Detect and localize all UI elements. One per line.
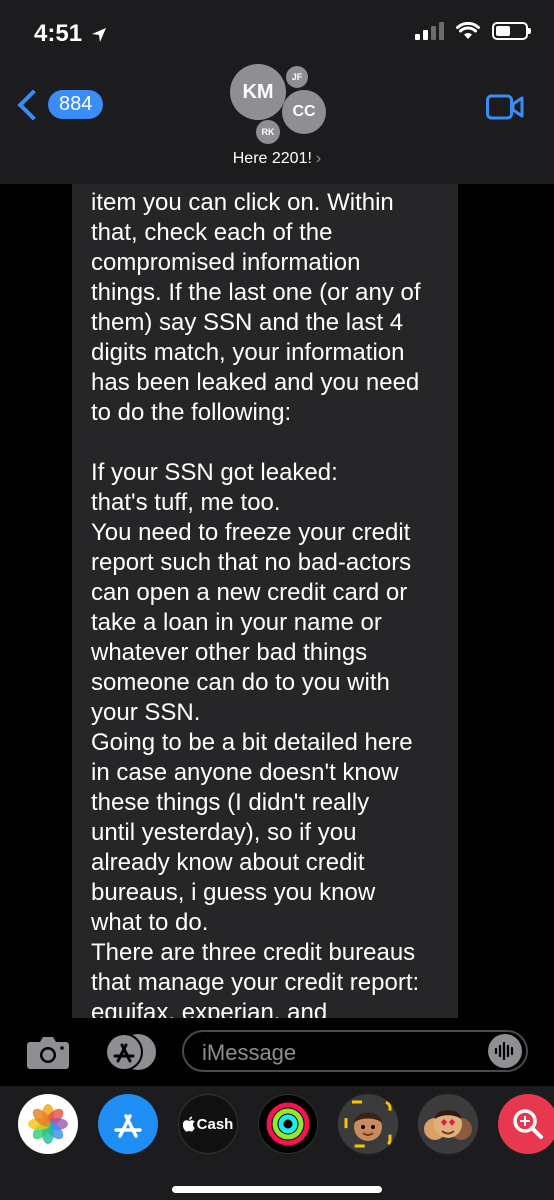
- battery-icon: [492, 22, 531, 40]
- waveform-icon: [494, 1041, 514, 1061]
- images-search-icon[interactable]: [498, 1094, 554, 1154]
- facetime-video-icon[interactable]: [486, 94, 524, 120]
- message-line: [91, 428, 451, 458]
- message-line: already know about credit: [91, 849, 365, 876]
- message-line: There are three credit bureaus: [91, 939, 416, 966]
- group-avatars[interactable]: KM CC JF RK: [230, 64, 330, 148]
- photos-flower-icon: [28, 1104, 68, 1144]
- unread-count-badge: 884: [48, 90, 104, 119]
- location-arrow-icon: [91, 27, 106, 42]
- magnifier-icon: [513, 1109, 543, 1139]
- audio-message-button[interactable]: [488, 1034, 522, 1068]
- message-text: item you can click on. Within that, check…: [91, 188, 451, 1018]
- avatar-rk: RK: [256, 120, 280, 144]
- memoji-stickers-icon: [424, 1110, 472, 1140]
- chevron-left-icon: [17, 88, 49, 121]
- message-line: that manage your credit report:: [91, 969, 420, 996]
- apple-logo-icon: [182, 1116, 195, 1132]
- avatar-cc: CC: [282, 90, 326, 134]
- avatar-km: KM: [230, 64, 286, 120]
- message-line: things. If the last one (or any of: [91, 279, 421, 306]
- message-line: in case anyone doesn't know: [91, 759, 399, 786]
- chat-name: Here 2201!: [232, 150, 312, 167]
- message-input[interactable]: iMessage: [182, 1030, 528, 1072]
- message-bubble[interactable]: item you can click on. Within that, check…: [72, 184, 458, 1018]
- animoji-icon[interactable]: [418, 1094, 478, 1154]
- imessage-app-drawer: Cash: [0, 1086, 554, 1200]
- memoji-face-icon: [344, 1100, 392, 1148]
- message-line: can open a new credit card or: [91, 579, 408, 606]
- message-line: bureaus, i guess you know: [91, 879, 376, 906]
- message-line: You need to freeze your credit: [91, 519, 411, 546]
- message-line: someone can do to you with: [91, 669, 390, 696]
- status-time: 4:51: [34, 20, 107, 48]
- chat-name-button[interactable]: Here 2201! ›: [0, 150, 554, 168]
- message-line: item you can click on. Within: [91, 189, 394, 216]
- message-line: equifax, experian, and: [91, 999, 328, 1018]
- activity-icon[interactable]: [258, 1094, 318, 1154]
- message-line: take a loan in your name or: [91, 609, 382, 636]
- message-line: whatever other bad things: [91, 639, 368, 666]
- apple-cash-icon[interactable]: Cash: [178, 1094, 238, 1154]
- message-line: report such that no bad-actors: [91, 549, 412, 576]
- message-line: what to do.: [91, 909, 209, 936]
- message-line: that, check each of the: [91, 219, 333, 246]
- activity-rings-icon: [266, 1102, 310, 1146]
- message-line: digits match, your information: [91, 339, 405, 366]
- message-line: Going to be a bit detailed here: [91, 729, 413, 756]
- message-line: has been leaked and you need: [91, 369, 420, 396]
- message-line: until yesterday), so if you: [91, 819, 357, 846]
- app-store-glyph-icon: [114, 1114, 142, 1138]
- cellular-signal-icon: [415, 22, 444, 40]
- photos-icon[interactable]: [18, 1094, 78, 1154]
- message-line: these things (I didn't really: [91, 789, 370, 816]
- avatar-jf: JF: [286, 66, 308, 88]
- app-store-button-icon[interactable]: [102, 1032, 158, 1072]
- camera-icon[interactable]: [26, 1034, 70, 1070]
- wifi-icon: [456, 22, 480, 39]
- message-input-placeholder: iMessage: [202, 1040, 297, 1065]
- message-line: that's tuff, me too.: [91, 489, 281, 516]
- app-store-icon[interactable]: [98, 1094, 158, 1154]
- compose-bar: iMessage: [0, 1018, 554, 1086]
- home-indicator[interactable]: [172, 1186, 382, 1193]
- chevron-right-icon: ›: [315, 150, 322, 167]
- message-list[interactable]: item you can click on. Within that, check…: [0, 184, 554, 1018]
- message-line: compromised information: [91, 249, 361, 276]
- conversation-header: 4:51 884 KM CC JF RK Here 2201! ›: [0, 0, 554, 184]
- message-line: them) say SSN and the last 4: [91, 309, 404, 336]
- apple-cash-label: Cash: [196, 1115, 234, 1133]
- message-line: to do the following:: [91, 399, 292, 426]
- status-indicators: [415, 22, 531, 40]
- memoji-icon[interactable]: [338, 1094, 398, 1154]
- message-line: If your SSN got leaked:: [91, 459, 338, 486]
- back-button[interactable]: 884: [17, 88, 104, 121]
- message-line: your SSN.: [91, 699, 201, 726]
